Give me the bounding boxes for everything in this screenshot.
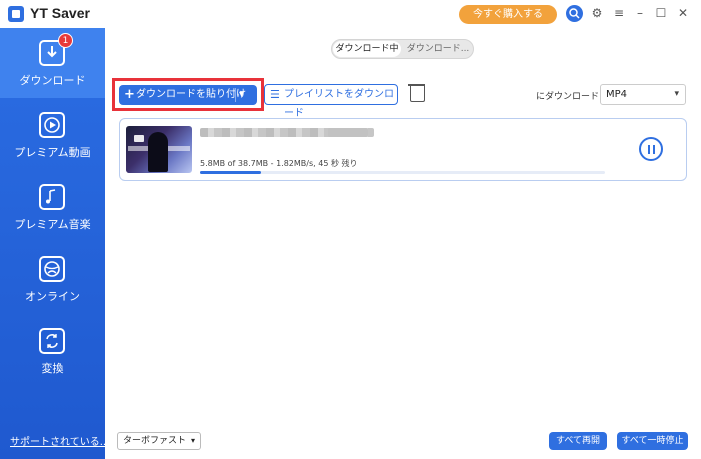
trash-icon[interactable]: [408, 84, 425, 102]
search-icon[interactable]: [566, 5, 583, 22]
download-tabs: ダウンロード中 ダウンロード...: [331, 39, 474, 59]
music-icon: [39, 184, 65, 210]
video-thumbnail: [126, 126, 192, 173]
title-bar: YT Saver 今すぐ購入する ⚙ ≡ – ☐ ✕: [0, 0, 701, 28]
paste-download-button[interactable]: + ダウンロードを貼り付け ▾: [119, 85, 257, 105]
maximize-icon[interactable]: ☐: [654, 6, 668, 20]
sidebar-item-premium-music[interactable]: プレミアム音楽: [0, 172, 105, 242]
format-select[interactable]: MP4 ▾: [600, 84, 686, 105]
supported-sites-link[interactable]: サポートされている...: [10, 433, 109, 448]
convert-icon: [39, 328, 65, 354]
sidebar-item-label: オンライン: [25, 290, 80, 303]
plus-icon: +: [124, 87, 135, 102]
tab-downloading[interactable]: ダウンロード中: [333, 41, 401, 57]
list-icon: ☰: [270, 88, 280, 101]
sidebar-item-premium-video[interactable]: プレミアム動画: [0, 100, 105, 170]
pause-all-button[interactable]: すべて一時停止: [617, 432, 688, 450]
sidebar-item-label: 変換: [41, 362, 64, 375]
sidebar: 1 ダウンロード プレミアム動画 プレミアム音楽 オンライン 変換: [0, 28, 105, 459]
download-as-label: にダウンロード: [536, 92, 600, 102]
tab-downloaded[interactable]: ダウンロード...: [404, 41, 472, 57]
format-value: MP4: [606, 89, 628, 100]
progress-bar: [200, 171, 605, 174]
app-logo-icon: [8, 6, 24, 22]
minimize-icon[interactable]: –: [633, 6, 647, 20]
app-title: YT Saver: [30, 5, 90, 21]
speed-mode-select[interactable]: ターボファスト ▾: [117, 432, 201, 450]
paste-download-label: ダウンロードを貼り付け: [136, 89, 246, 100]
divider: [235, 88, 236, 102]
sidebar-item-label: プレミアム動画: [14, 146, 91, 159]
video-title-redacted: [328, 128, 368, 137]
playlist-download-button[interactable]: ☰ プレイリストをダウンロード: [264, 84, 398, 119]
pause-icon[interactable]: [639, 137, 663, 161]
sidebar-item-download[interactable]: 1 ダウンロード: [0, 28, 105, 98]
sidebar-item-label: プレミアム音楽: [14, 218, 91, 231]
buy-now-button[interactable]: 今すぐ購入する: [459, 5, 557, 24]
chevron-down-icon[interactable]: ▾: [239, 85, 244, 105]
sidebar-item-convert[interactable]: 変換: [0, 316, 105, 386]
sidebar-item-online[interactable]: オンライン: [0, 244, 105, 314]
close-icon[interactable]: ✕: [676, 6, 690, 20]
chevron-down-icon: ▾: [674, 89, 679, 99]
notification-badge: 1: [58, 33, 73, 48]
gear-icon[interactable]: ⚙: [590, 6, 604, 20]
resume-all-button[interactable]: すべて再開: [549, 432, 607, 450]
play-icon: [39, 112, 65, 138]
speed-mode-value: ターボファスト: [123, 436, 187, 446]
progress-text: 5.8MB of 38.7MB - 1.82MB/s, 45 秒 残り: [200, 159, 358, 168]
progress-fill: [200, 171, 261, 174]
chevron-down-icon: ▾: [190, 436, 195, 445]
video-icon: [134, 135, 144, 142]
download-item: 5.8MB of 38.7MB - 1.82MB/s, 45 秒 残り: [119, 118, 687, 181]
globe-icon: [39, 256, 65, 282]
menu-icon[interactable]: ≡: [612, 6, 626, 20]
sidebar-item-label: ダウンロード: [19, 74, 86, 87]
